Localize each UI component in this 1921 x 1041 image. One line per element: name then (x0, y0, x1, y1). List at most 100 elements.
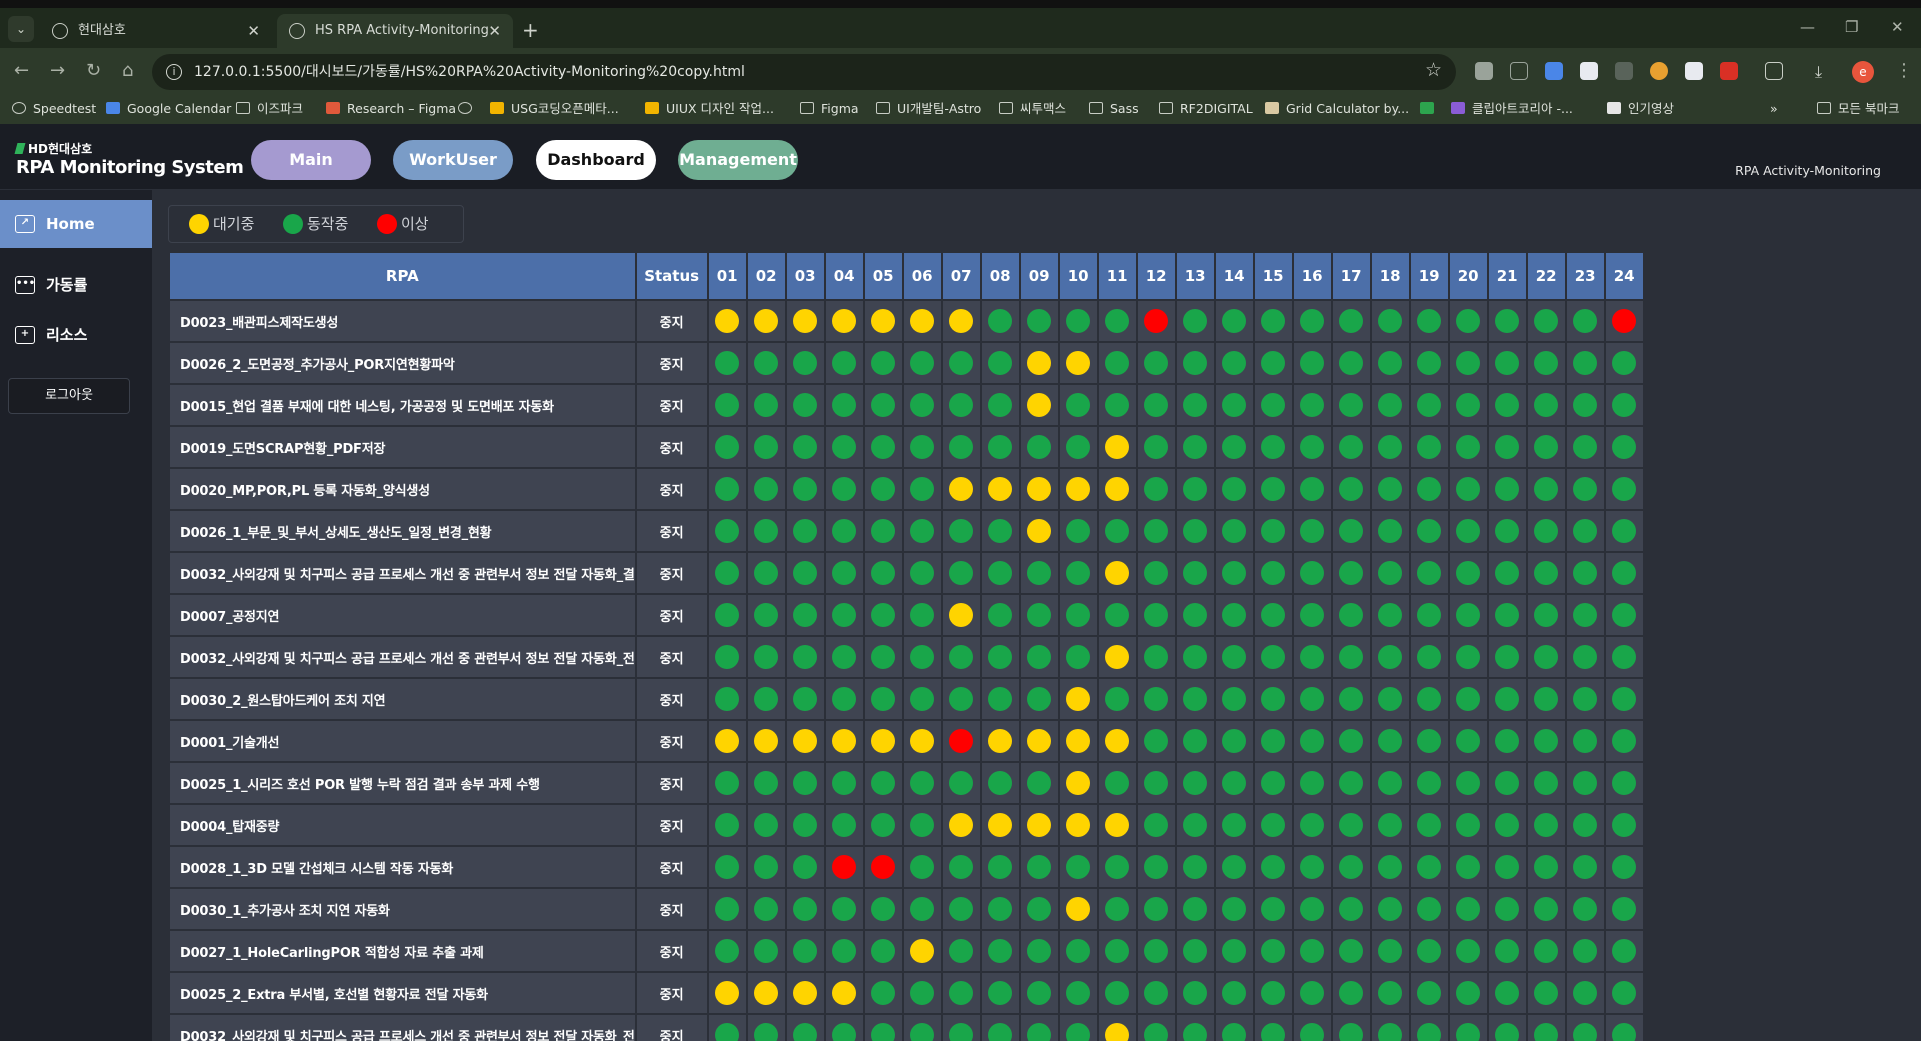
status-dot-running[interactable] (1183, 771, 1208, 795)
status-dot-running[interactable] (832, 351, 857, 375)
status-dot-running[interactable] (949, 939, 974, 963)
status-dot-running[interactable] (1612, 771, 1637, 795)
status-dot-running[interactable] (1339, 729, 1364, 753)
status-dot-waiting[interactable] (754, 729, 779, 753)
status-dot-running[interactable] (1183, 435, 1208, 459)
status-dot-running[interactable] (1456, 393, 1481, 417)
status-dot-running[interactable] (1105, 939, 1130, 963)
status-dot-running[interactable] (1417, 561, 1442, 585)
status-dot-running[interactable] (754, 813, 779, 837)
status-dot-running[interactable] (988, 771, 1013, 795)
status-dot-waiting[interactable] (754, 309, 779, 333)
status-dot-waiting[interactable] (1105, 645, 1130, 669)
status-dot-running[interactable] (1495, 561, 1520, 585)
status-dot-waiting[interactable] (949, 813, 974, 837)
status-dot-running[interactable] (1573, 771, 1598, 795)
status-dot-running[interactable] (832, 519, 857, 543)
column-header-hour[interactable]: 14 (1215, 253, 1253, 299)
status-dot-running[interactable] (793, 393, 818, 417)
status-dot-running[interactable] (1144, 687, 1169, 711)
status-dot-running[interactable] (1222, 519, 1247, 543)
status-dot-running[interactable] (1027, 1023, 1052, 1041)
status-dot-running[interactable] (1144, 729, 1169, 753)
status-dot-running[interactable] (1261, 729, 1286, 753)
status-dot-running[interactable] (1378, 309, 1403, 333)
status-dot-running[interactable] (1456, 561, 1481, 585)
status-dot-running[interactable] (754, 771, 779, 795)
status-dot-running[interactable] (1417, 687, 1442, 711)
status-dot-waiting[interactable] (832, 981, 857, 1005)
status-dot-waiting[interactable] (871, 309, 896, 333)
table-row[interactable]: D0025_1_시리즈 호선 POR 발행 누락 점검 결과 송부 과제 수행 중… (170, 763, 1643, 803)
status-dot-running[interactable] (1612, 603, 1637, 627)
status-dot-running[interactable] (832, 897, 857, 921)
status-dot-running[interactable] (1261, 351, 1286, 375)
eyedropper-icon[interactable] (1615, 62, 1633, 80)
status-dot-running[interactable] (715, 1023, 740, 1041)
table-row[interactable]: D0007_공정지연 중지 (170, 595, 1643, 635)
status-dot-running[interactable] (988, 687, 1013, 711)
status-dot-running[interactable] (988, 519, 1013, 543)
status-dot-waiting[interactable] (715, 729, 740, 753)
bookmark-item[interactable]: 인기영상 (1607, 96, 1674, 122)
status-dot-waiting[interactable] (1066, 897, 1091, 921)
status-dot-running[interactable] (1339, 939, 1364, 963)
status-dot-running[interactable] (754, 1023, 779, 1041)
status-dot-running[interactable] (1339, 309, 1364, 333)
status-dot-running[interactable] (793, 855, 818, 879)
status-dot-running[interactable] (1378, 897, 1403, 921)
status-dot-running[interactable] (871, 687, 896, 711)
status-dot-running[interactable] (1573, 603, 1598, 627)
status-dot-running[interactable] (1066, 561, 1091, 585)
status-dot-running[interactable] (910, 645, 935, 669)
status-dot-running[interactable] (1261, 645, 1286, 669)
status-dot-running[interactable] (1300, 855, 1325, 879)
column-header-hour[interactable]: 13 (1176, 253, 1214, 299)
column-header-hour[interactable]: 04 (825, 253, 863, 299)
all-bookmarks[interactable]: 모든 북마크 (1817, 96, 1899, 122)
status-dot-running[interactable] (871, 519, 896, 543)
table-row[interactable]: D0027_1_HoleCarlingPOR 적합성 자료 추출 과제 중지 (170, 931, 1643, 971)
bookmarks-overflow[interactable]: » (1770, 96, 1778, 122)
status-dot-running[interactable] (793, 477, 818, 501)
status-dot-running[interactable] (1183, 939, 1208, 963)
status-dot-waiting[interactable] (1066, 477, 1091, 501)
table-row[interactable]: D0019_도면SCRAP현황_PDF저장 중지 (170, 427, 1643, 467)
status-dot-running[interactable] (1339, 897, 1364, 921)
status-dot-running[interactable] (1300, 519, 1325, 543)
status-dot-running[interactable] (910, 435, 935, 459)
status-dot-running[interactable] (1339, 561, 1364, 585)
logout-button[interactable]: 로그아웃 (8, 378, 130, 414)
bookmark-item[interactable]: UIUX 디자인 작업... (645, 96, 774, 122)
status-dot-running[interactable] (1495, 939, 1520, 963)
status-dot-running[interactable] (754, 393, 779, 417)
status-dot-running[interactable] (1534, 519, 1559, 543)
status-dot-running[interactable] (1573, 561, 1598, 585)
status-dot-running[interactable] (1144, 855, 1169, 879)
status-dot-running[interactable] (871, 393, 896, 417)
status-dot-running[interactable] (754, 561, 779, 585)
column-header-hour[interactable]: 24 (1605, 253, 1643, 299)
browser-tab-active[interactable]: HS RPA Activity-Monitoring ✕ (277, 14, 513, 48)
status-dot-running[interactable] (1612, 435, 1637, 459)
status-dot-running[interactable] (715, 393, 740, 417)
status-dot-running[interactable] (1222, 855, 1247, 879)
status-dot-running[interactable] (1027, 687, 1052, 711)
status-dot-running[interactable] (1066, 309, 1091, 333)
status-dot-running[interactable] (1534, 477, 1559, 501)
status-dot-running[interactable] (715, 477, 740, 501)
column-header-hour[interactable]: 19 (1410, 253, 1448, 299)
status-dot-running[interactable] (1300, 939, 1325, 963)
column-header-hour[interactable]: 21 (1488, 253, 1526, 299)
status-dot-running[interactable] (793, 645, 818, 669)
column-header-hour[interactable]: 17 (1332, 253, 1370, 299)
status-dot-running[interactable] (1573, 519, 1598, 543)
status-dot-running[interactable] (1105, 771, 1130, 795)
status-dot-running[interactable] (1144, 981, 1169, 1005)
sidebar-item-home[interactable]: ↗ Home (0, 200, 152, 248)
status-dot-running[interactable] (832, 435, 857, 459)
status-dot-waiting[interactable] (1066, 729, 1091, 753)
status-dot-running[interactable] (910, 687, 935, 711)
status-dot-running[interactable] (1378, 645, 1403, 669)
status-dot-waiting[interactable] (1066, 351, 1091, 375)
